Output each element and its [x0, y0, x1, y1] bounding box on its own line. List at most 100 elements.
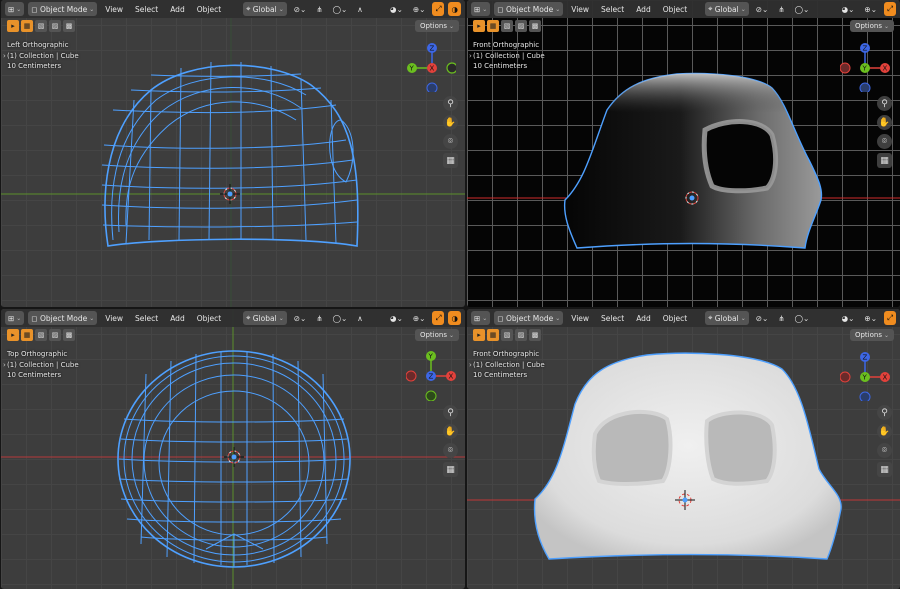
visibility-icon[interactable]: ◕⌄	[387, 311, 406, 325]
select-extend-icon[interactable]: ▧	[501, 329, 513, 341]
options-button[interactable]: Options ⌄	[849, 329, 894, 341]
toolbar-expand-icon[interactable]: ›	[3, 52, 6, 60]
zoom-icon[interactable]: ⚲	[443, 96, 458, 111]
menu-select[interactable]: Select	[597, 5, 628, 14]
hand-icon[interactable]: ✋	[877, 424, 892, 439]
camera-icon[interactable]: ⌾	[443, 443, 458, 458]
menu-add[interactable]: Add	[166, 314, 189, 323]
grid-icon[interactable]: ▦	[443, 153, 458, 168]
object-mode-dropdown[interactable]: ◻ Object Mode ⌄	[28, 2, 98, 16]
select-box-icon[interactable]: ▦	[21, 329, 33, 341]
editor-type-button[interactable]: ⊞ ⌄	[5, 2, 25, 16]
menu-select[interactable]: Select	[131, 314, 162, 323]
toolbar-expand-icon[interactable]: ›	[469, 52, 472, 60]
pivot-icon[interactable]: ⊘⌄	[753, 2, 772, 16]
navigation-gizmo[interactable]: Z X Y	[840, 349, 890, 401]
options-button[interactable]: Options ⌄	[414, 20, 459, 32]
menu-add[interactable]: Add	[632, 314, 655, 323]
zoom-icon[interactable]: ⚲	[877, 96, 892, 111]
visibility-icon[interactable]: ◕⌄	[387, 2, 406, 16]
menu-select[interactable]: Select	[597, 314, 628, 323]
cursor-tool-icon[interactable]: ▸	[7, 20, 19, 32]
menu-select[interactable]: Select	[131, 5, 162, 14]
overlay-icon[interactable]: ⤢	[432, 311, 445, 325]
gizmo-toggle-icon[interactable]: ⊕⌄	[861, 311, 880, 325]
zoom-icon[interactable]: ⚲	[877, 405, 892, 420]
grid-icon[interactable]: ▦	[443, 462, 458, 477]
orientation-dropdown[interactable]: ⌖ Global ⌄	[243, 311, 287, 325]
viewport-front-orthographic-rendered[interactable]: ⊞ ⌄ ◻ Object Mode ⌄ View Select Add Object…	[467, 0, 900, 307]
proportional-edit-icon[interactable]: ◯⌄	[330, 311, 351, 325]
options-button[interactable]: Options ⌄	[849, 20, 894, 32]
menu-add[interactable]: Add	[632, 5, 655, 14]
visibility-icon[interactable]: ◕⌄	[839, 2, 858, 16]
snap-icon[interactable]: ⋔	[775, 2, 787, 16]
snap-icon[interactable]: ⋔	[313, 311, 325, 325]
falloff-icon[interactable]: ∧	[354, 2, 366, 16]
pivot-icon[interactable]: ⊘⌄	[291, 311, 310, 325]
camera-icon[interactable]: ⌾	[877, 134, 892, 149]
select-extend-icon[interactable]: ▧	[35, 20, 47, 32]
menu-view[interactable]: View	[101, 5, 127, 14]
gizmo-toggle-icon[interactable]: ⊕⌄	[861, 2, 880, 16]
shading-icon[interactable]: ◑	[448, 2, 461, 16]
camera-icon[interactable]: ⌾	[443, 134, 458, 149]
proportional-edit-icon[interactable]: ◯⌄	[330, 2, 351, 16]
editor-type-button[interactable]: ⊞ ⌄	[5, 311, 25, 325]
menu-object[interactable]: Object	[193, 314, 225, 323]
navigation-gizmo[interactable]: Z Y X	[406, 40, 456, 92]
select-box-icon[interactable]: ▦	[21, 20, 33, 32]
gizmo-toggle-icon[interactable]: ⊕⌄	[410, 2, 429, 16]
select-intersect-icon[interactable]: ▩	[529, 20, 541, 32]
viewport-left-orthographic[interactable]: ⊞ ⌄ ◻ Object Mode ⌄ View Select Add Object…	[1, 0, 465, 307]
hand-icon[interactable]: ✋	[877, 115, 892, 130]
falloff-icon[interactable]: ∧	[354, 311, 366, 325]
proportional-edit-icon[interactable]: ◯⌄	[792, 2, 813, 16]
grid-icon[interactable]: ▦	[877, 153, 892, 168]
menu-object[interactable]: Object	[659, 5, 691, 14]
select-box-icon[interactable]: ▦	[487, 20, 499, 32]
proportional-edit-icon[interactable]: ◯⌄	[792, 311, 813, 325]
select-intersect-icon[interactable]: ▩	[529, 329, 541, 341]
hand-icon[interactable]: ✋	[443, 424, 458, 439]
menu-view[interactable]: View	[567, 5, 593, 14]
editor-type-button[interactable]: ⊞ ⌄	[471, 2, 491, 16]
snap-icon[interactable]: ⋔	[313, 2, 325, 16]
camera-icon[interactable]: ⌾	[877, 443, 892, 458]
select-subtract-icon[interactable]: ▨	[49, 329, 61, 341]
overlay-icon[interactable]: ⤢	[884, 311, 896, 325]
zoom-icon[interactable]: ⚲	[443, 405, 458, 420]
gizmo-toggle-icon[interactable]: ⊕⌄	[410, 311, 429, 325]
hand-icon[interactable]: ✋	[443, 115, 458, 130]
visibility-icon[interactable]: ◕⌄	[839, 311, 858, 325]
grid-icon[interactable]: ▦	[877, 462, 892, 477]
pivot-icon[interactable]: ⊘⌄	[753, 311, 772, 325]
object-mode-dropdown[interactable]: ◻ Object Mode ⌄	[494, 311, 564, 325]
navigation-gizmo[interactable]: Y X Z	[406, 349, 456, 401]
select-subtract-icon[interactable]: ▨	[49, 20, 61, 32]
orientation-dropdown[interactable]: ⌖ Global ⌄	[705, 2, 749, 16]
menu-view[interactable]: View	[101, 314, 127, 323]
cursor-tool-icon[interactable]: ▸	[473, 20, 485, 32]
toolbar-expand-icon[interactable]: ›	[469, 361, 472, 369]
select-box-icon[interactable]: ▦	[487, 329, 499, 341]
editor-type-button[interactable]: ⊞ ⌄	[471, 311, 491, 325]
select-extend-icon[interactable]: ▧	[501, 20, 513, 32]
cursor-tool-icon[interactable]: ▸	[473, 329, 485, 341]
menu-add[interactable]: Add	[166, 5, 189, 14]
snap-icon[interactable]: ⋔	[775, 311, 787, 325]
orientation-dropdown[interactable]: ⌖ Global ⌄	[243, 2, 287, 16]
overlay-icon[interactable]: ⤢	[884, 2, 896, 16]
select-subtract-icon[interactable]: ▨	[515, 20, 527, 32]
toolbar-expand-icon[interactable]: ›	[3, 361, 6, 369]
pivot-icon[interactable]: ⊘⌄	[291, 2, 310, 16]
navigation-gizmo[interactable]: Z X Y	[840, 40, 890, 92]
options-button[interactable]: Options ⌄	[414, 329, 459, 341]
select-subtract-icon[interactable]: ▨	[515, 329, 527, 341]
orientation-dropdown[interactable]: ⌖ Global ⌄	[705, 311, 749, 325]
object-mode-dropdown[interactable]: ◻ Object Mode ⌄	[494, 2, 564, 16]
shading-icon[interactable]: ◑	[448, 311, 461, 325]
viewport-top-orthographic[interactable]: ⊞ ⌄ ◻ Object Mode ⌄ View Select Add Object…	[1, 309, 465, 589]
select-extend-icon[interactable]: ▧	[35, 329, 47, 341]
menu-view[interactable]: View	[567, 314, 593, 323]
